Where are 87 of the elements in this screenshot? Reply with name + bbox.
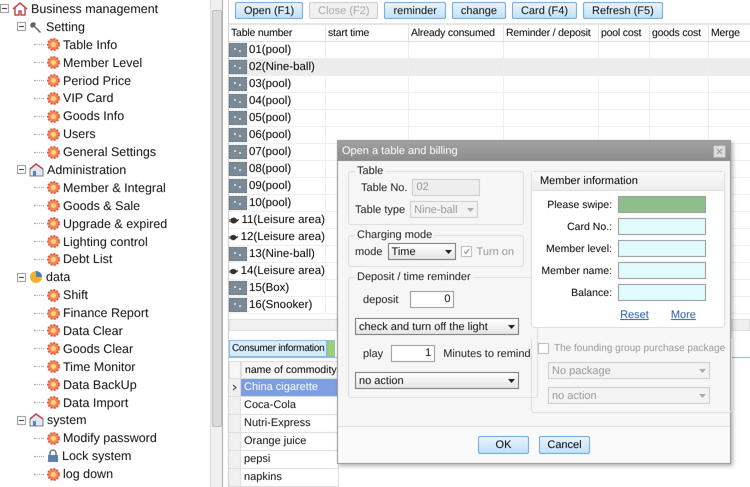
tree-item[interactable]: Setting xyxy=(46,20,85,34)
tree-item[interactable]: Goods Clear xyxy=(63,342,134,356)
goods-row[interactable]: Coca-Cola xyxy=(241,397,339,415)
play-minutes-field[interactable]: 1 xyxy=(391,345,436,362)
tree-item[interactable]: Business management xyxy=(31,2,158,16)
tree-item[interactable]: Debt List xyxy=(63,252,112,266)
link[interactable]: Reset xyxy=(620,309,649,321)
table-name: 07(pool) xyxy=(249,146,292,158)
table-name: 12(Leisure area) xyxy=(240,231,325,243)
table-row[interactable]: 04(pool) xyxy=(229,93,750,110)
tree-item[interactable]: Goods Info xyxy=(63,109,124,124)
deposit-field[interactable]: 0 xyxy=(410,291,454,308)
tree-item[interactable]: Upgrade & expired xyxy=(63,216,168,231)
table-name: 15(Box) xyxy=(249,282,290,294)
tree-item[interactable]: Table Info xyxy=(63,38,118,52)
tree-item[interactable]: Administration xyxy=(47,162,126,177)
table-row[interactable]: 03(pool) xyxy=(229,76,750,93)
tree-item[interactable]: Lock system xyxy=(62,449,132,464)
column-header[interactable]: name of commodity xyxy=(241,361,339,379)
field-label: Table No. xyxy=(361,182,408,194)
tree-item[interactable]: Finance Report xyxy=(63,306,148,320)
table-name: 09(pool) xyxy=(249,180,292,192)
table-name: 04(pool) xyxy=(249,95,292,107)
panel-title: Member information xyxy=(532,172,724,191)
link[interactable]: More xyxy=(670,309,696,321)
table-name: 14(Leisure area) xyxy=(240,265,325,277)
toolbar-button[interactable]: Open (F1) xyxy=(235,2,304,19)
goods-row[interactable]: pepsi xyxy=(241,451,339,469)
toolbar-button[interactable]: Refresh (F5) xyxy=(583,2,663,19)
field-label: Member level: xyxy=(545,242,612,254)
tree-item[interactable]: data xyxy=(46,270,70,284)
checkbox-label: The founding group purchase package xyxy=(554,343,726,354)
toolbar-button[interactable]: Card (F4) xyxy=(512,2,578,19)
tree-item[interactable]: VIP Card xyxy=(63,91,114,106)
goods-row[interactable]: napkins xyxy=(241,469,339,487)
field-label: Please swipe: xyxy=(546,198,612,210)
toolbar-button[interactable]: reminder xyxy=(384,2,446,19)
group-title: Deposit / time reminder xyxy=(356,271,472,283)
tree-item[interactable]: system xyxy=(47,413,87,428)
tree-item[interactable]: Period Price xyxy=(63,74,132,88)
table-name: 13(Nine-ball) xyxy=(249,248,315,260)
group-title: Table xyxy=(356,165,384,177)
table-row[interactable]: 01(pool) xyxy=(229,42,750,59)
tab[interactable]: Consumer information xyxy=(229,340,328,357)
mode-select[interactable]: Time xyxy=(388,243,456,260)
table-name: 02(Nine-ball) xyxy=(249,61,315,73)
toolbar-button[interactable]: change xyxy=(452,2,506,19)
tree-item[interactable]: Users xyxy=(63,127,96,142)
field-label: Minutes to remind xyxy=(443,348,531,360)
field-label: Member name: xyxy=(540,264,612,276)
table-name: 06(pool) xyxy=(249,129,292,141)
tree-item[interactable]: log down xyxy=(63,467,114,482)
light-action-select[interactable]: check and turn off the light xyxy=(355,318,519,335)
tree-item[interactable]: Lighting control xyxy=(63,234,148,249)
field-label: deposit xyxy=(363,294,398,306)
field-label: mode xyxy=(355,246,383,258)
group-title: Charging mode xyxy=(356,229,434,241)
table-name: 11(Leisure area) xyxy=(241,214,325,226)
tree-item[interactable]: Member & Integral xyxy=(63,180,166,195)
tree-item[interactable]: General Settings xyxy=(63,145,156,160)
tree-item[interactable]: Shift xyxy=(63,288,88,302)
table-name: 16(Snooker) xyxy=(249,299,312,311)
tree-item[interactable]: Time Monitor xyxy=(63,360,136,374)
table-row[interactable]: 05(pool) xyxy=(229,110,750,127)
tree-item[interactable]: Data BackUp xyxy=(63,378,137,392)
field-label: Table type xyxy=(355,204,406,216)
field-label: Balance: xyxy=(570,286,612,298)
action-select[interactable]: no action xyxy=(355,372,519,389)
table-row[interactable]: 02(Nine-ball) xyxy=(229,59,750,76)
table-name: 08(pool) xyxy=(249,163,292,175)
field-label: play xyxy=(363,348,384,360)
dialog-button[interactable]: Cancel xyxy=(539,436,590,454)
tree-item[interactable]: Data Import xyxy=(63,396,128,410)
goods-row[interactable]: Nutri-Express xyxy=(241,415,339,433)
tree-item[interactable]: Goods & Sale xyxy=(63,198,140,213)
table-name: 01(pool) xyxy=(249,44,292,56)
table-name: 10(pool) xyxy=(249,197,292,209)
dialog-title: Open a table and billing xyxy=(342,145,458,157)
table-name: 05(pool) xyxy=(249,112,292,124)
tree-item[interactable]: Data Clear xyxy=(63,324,123,338)
field-label: Card No.: xyxy=(566,220,612,232)
table-name: 03(pool) xyxy=(249,78,292,90)
dialog-button[interactable]: OK xyxy=(478,436,529,454)
tree-item[interactable]: Modify password xyxy=(63,431,157,446)
checkbox-label: Turn on xyxy=(476,246,514,258)
goods-row[interactable]: Orange juice xyxy=(241,433,339,451)
tree-item[interactable]: Member Level xyxy=(63,56,142,70)
